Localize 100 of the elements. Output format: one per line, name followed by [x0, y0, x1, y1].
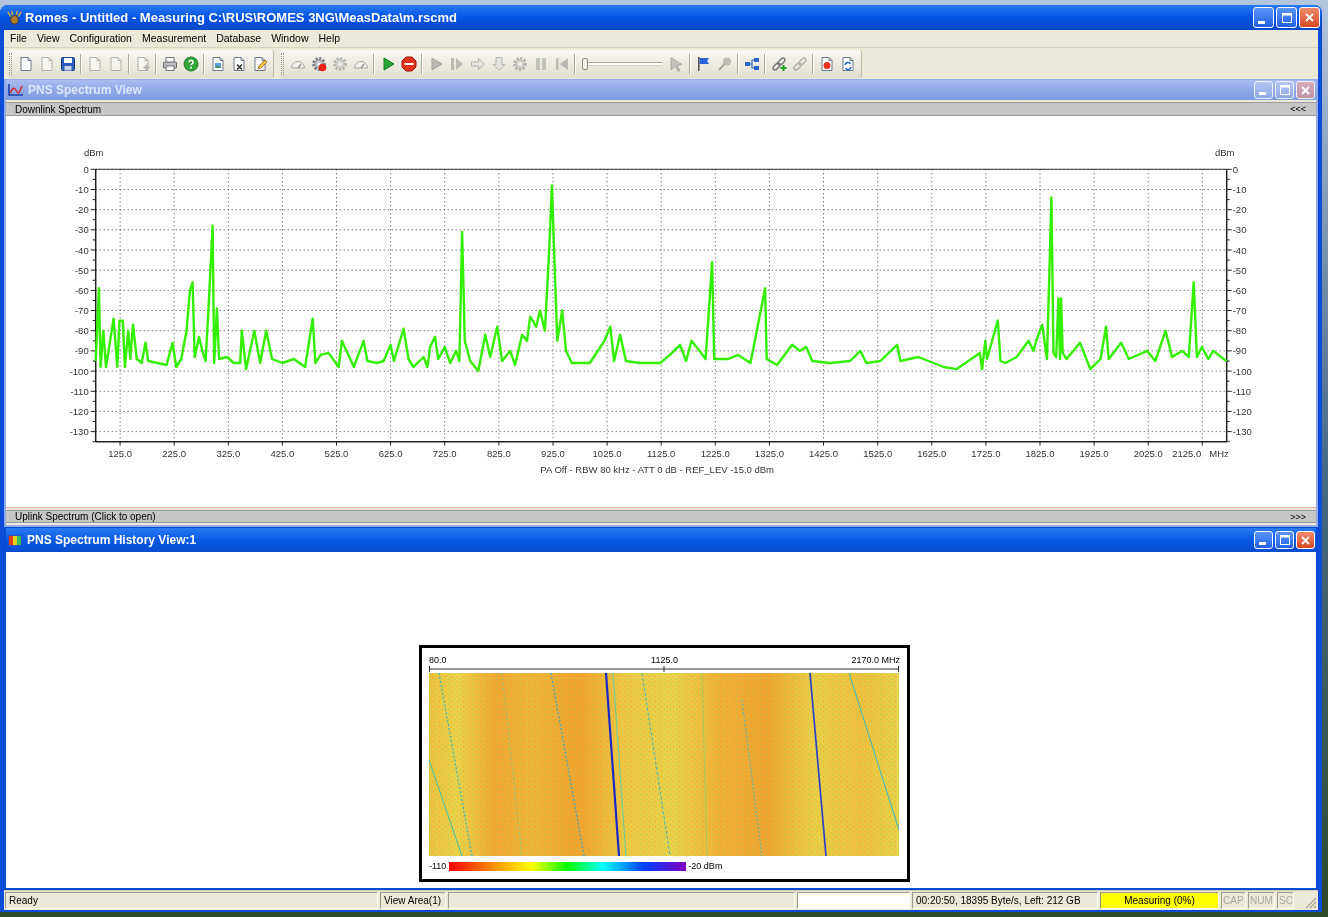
y-tick-label: -110: [1232, 385, 1251, 397]
window-title: Romes - Untitled - Measuring C:\RUS\ROMES 3NG\MeasData\m.rscmd: [25, 8, 457, 27]
x-tick-label: 225.0: [162, 447, 187, 459]
y-tick-label: -50: [74, 264, 89, 276]
scale-max-label: -20 dBm: [688, 860, 723, 872]
menu-item[interactable]: Help: [313, 31, 346, 46]
x-tick-label: 825.0: [487, 447, 511, 459]
x-tick-label: 525.0: [324, 447, 349, 459]
x-tick-label: 1425.0: [808, 447, 839, 459]
maximize-icon: [1281, 12, 1292, 23]
beetle-icon: [7, 10, 22, 25]
minimize-icon: [1259, 92, 1266, 95]
menu-item[interactable]: View: [31, 31, 65, 46]
y-tick-label: -120: [1232, 405, 1252, 417]
key-indicator: SC: [1277, 892, 1294, 909]
y-tick-label: 0: [1232, 163, 1238, 175]
x-tick-label: 925.0: [541, 447, 565, 459]
child-window-title: PNS Spectrum View: [28, 82, 142, 99]
frequency-label: 1125.0: [651, 655, 678, 666]
child-window-title: PNS Spectrum History View:1: [27, 532, 197, 549]
menu-item[interactable]: Database: [211, 31, 267, 46]
link-plus-icon[interactable]: [770, 55, 787, 72]
hierarchy-icon[interactable]: [743, 55, 760, 72]
page-cross-icon[interactable]: [230, 55, 247, 72]
y-tick-label: -130: [69, 426, 89, 438]
expand-toggle[interactable]: >>>: [1290, 511, 1306, 522]
menu-item[interactable]: File: [5, 31, 32, 46]
close-button[interactable]: [1296, 81, 1315, 99]
maximize-button[interactable]: [1275, 81, 1294, 99]
heatmap-icon: [8, 534, 22, 546]
key-indicator: CAP: [1221, 892, 1246, 909]
y-tick-label: -40: [1232, 244, 1247, 256]
status-panel: 00:20:50, 18395 Byte/s, Left: 212 GB: [912, 892, 1098, 909]
section-title: Uplink Spectrum (Click to open): [15, 511, 156, 522]
gear-dot-icon[interactable]: [310, 55, 327, 72]
frequency-label: 2170.0 MHz: [851, 655, 900, 666]
maximize-icon: [1279, 535, 1290, 545]
x-tick-label: 1625.0: [917, 447, 947, 459]
x-tick-label: 1225.0: [700, 447, 730, 459]
y-tick-label: -60: [74, 284, 89, 296]
y-tick-label: -40: [74, 244, 89, 256]
x-tick-label: 125.0: [108, 447, 132, 459]
y-tick-label: -30: [1232, 224, 1247, 236]
y-tick-label: -10: [74, 184, 89, 195]
y-tick-label: -80: [74, 325, 89, 337]
key-indicator: NUM: [1248, 892, 1275, 909]
y-tick-label: -90: [74, 345, 89, 357]
x-tick-label: 1525.0: [863, 447, 893, 459]
unit-label: dBm: [1214, 147, 1235, 158]
y-tick-label: -30: [74, 224, 89, 236]
y-tick-label: -20: [1232, 204, 1247, 216]
x-tick-label: 325.0: [216, 447, 241, 459]
spectrum-icon: [8, 84, 23, 96]
x-tick-label: 725.0: [432, 447, 457, 459]
close-icon: [1301, 85, 1310, 95]
x-tick-label: 1125.0: [647, 447, 676, 459]
page-pencil-icon[interactable]: [251, 55, 268, 72]
printer-icon[interactable]: [161, 55, 178, 72]
frequency-label: 80.0: [429, 655, 447, 666]
slider-thumb[interactable]: [582, 57, 588, 70]
y-tick-label: -70: [74, 305, 89, 316]
resize-grip-icon[interactable]: [1305, 897, 1317, 909]
collapse-toggle[interactable]: <<<: [1290, 104, 1306, 114]
status-panel: Ready: [5, 892, 378, 909]
unit-label: dBm: [83, 147, 104, 158]
y-tick-label: -130: [1232, 426, 1252, 438]
unit-label: MHz: [1209, 447, 1229, 459]
y-tick-label: -10: [1232, 184, 1247, 195]
page-refresh-icon[interactable]: [839, 55, 856, 72]
minimize-icon: [1259, 542, 1266, 545]
y-tick-label: -100: [1232, 365, 1252, 377]
page-record-icon[interactable]: [818, 55, 835, 72]
y-tick-label: -120: [69, 405, 89, 417]
status-panel: View Area(1): [380, 892, 446, 909]
y-tick-label: -70: [1232, 305, 1247, 316]
status-alert: Measuring (0%): [1100, 892, 1219, 909]
flag-icon[interactable]: [695, 55, 712, 72]
x-tick-label: 1025.0: [592, 447, 622, 459]
maximize-icon: [1279, 85, 1290, 95]
y-tick-label: -50: [1232, 264, 1247, 276]
stop-icon[interactable]: [400, 55, 417, 72]
menu-item[interactable]: Measurement: [136, 31, 212, 46]
page-icon[interactable]: [17, 55, 34, 72]
page-picture-icon[interactable]: [209, 55, 226, 72]
menu-item[interactable]: Configuration: [64, 31, 137, 46]
x-tick-label: 2125.0: [1172, 447, 1202, 459]
menu-item[interactable]: Window: [266, 31, 314, 46]
y-tick-label: -110: [70, 385, 89, 397]
section-title: Downlink Spectrum: [15, 103, 102, 115]
save-icon[interactable]: [59, 55, 76, 72]
minimize-button[interactable]: [1254, 81, 1273, 99]
minimize-icon: [1258, 21, 1265, 24]
y-tick-label: -20: [74, 204, 89, 216]
x-tick-label: 1925.0: [1079, 447, 1109, 459]
y-tick-label: -80: [1232, 325, 1247, 337]
help-icon[interactable]: [182, 55, 199, 72]
y-tick-label: -90: [1232, 345, 1247, 357]
x-tick-label: 2025.0: [1133, 447, 1163, 459]
y-tick-label: -100: [69, 365, 89, 377]
y-tick-label: 0: [83, 163, 89, 175]
